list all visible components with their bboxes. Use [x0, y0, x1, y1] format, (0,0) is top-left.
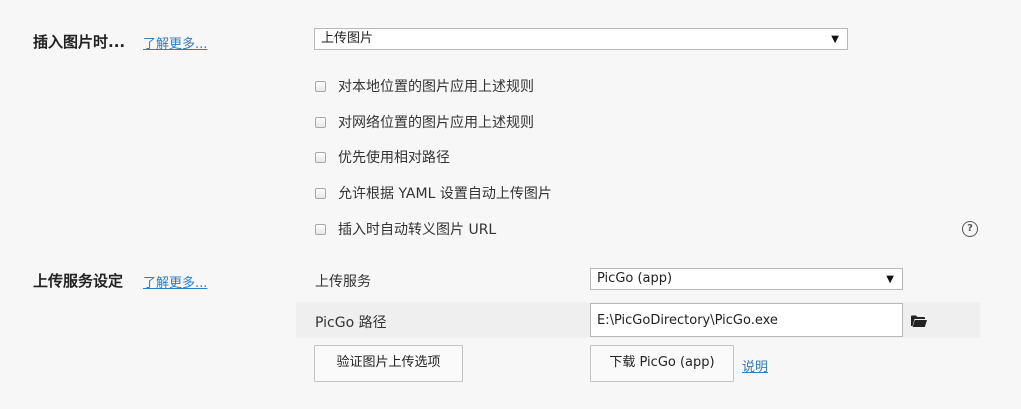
checkbox[interactable] — [315, 187, 326, 199]
picgo-path-label: PicGo 路径 — [315, 315, 387, 331]
option-network-images[interactable]: 对网络位置的图片应用上述规则 — [315, 112, 534, 132]
insert-image-action-select[interactable]: 上传图片 ▼ — [314, 28, 848, 50]
upload-service-label: 上传服务 — [315, 274, 371, 290]
option-label: 对网络位置的图片应用上述规则 — [338, 115, 534, 131]
help-link[interactable]: 说明 — [742, 356, 768, 375]
verify-upload-button[interactable]: 验证图片上传选项 — [314, 345, 463, 382]
upload-service-value: PicGo (app) — [597, 271, 673, 286]
option-label: 对本地位置的图片应用上述规则 — [338, 79, 534, 95]
question-circle-icon[interactable]: ? — [962, 221, 978, 237]
option-label: 插入时自动转义图片 URL — [338, 222, 497, 238]
checkbox[interactable] — [315, 223, 326, 235]
checkbox[interactable] — [315, 80, 326, 92]
option-yaml-auto-upload[interactable]: 允许根据 YAML 设置自动上传图片 — [315, 183, 552, 203]
dropdown-arrow-icon: ▼ — [886, 274, 894, 285]
picgo-path-input[interactable]: E:\PicGoDirectory\PicGo.exe — [590, 303, 903, 337]
upload-service-learn-more-link[interactable]: 了解更多... — [143, 272, 207, 291]
upload-service-select[interactable]: PicGo (app) ▼ — [590, 268, 903, 290]
option-escape-url[interactable]: 插入时自动转义图片 URL — [315, 219, 496, 239]
insert-image-learn-more-link[interactable]: 了解更多... — [143, 33, 207, 52]
option-local-images[interactable]: 对本地位置的图片应用上述规则 — [315, 76, 534, 96]
insert-image-title: 插入图片时... — [33, 33, 126, 51]
dropdown-arrow-icon: ▼ — [831, 34, 839, 45]
option-label: 允许根据 YAML 设置自动上传图片 — [338, 186, 552, 202]
checkbox[interactable] — [315, 151, 326, 163]
download-picgo-button[interactable]: 下载 PicGo (app) — [590, 345, 734, 382]
option-label: 优先使用相对路径 — [338, 150, 450, 166]
option-relative-path[interactable]: 优先使用相对路径 — [315, 147, 450, 167]
folder-icon[interactable] — [911, 313, 927, 332]
insert-image-action-value: 上传图片 — [321, 31, 374, 46]
checkbox[interactable] — [315, 116, 326, 128]
upload-service-title: 上传服务设定 — [33, 272, 124, 290]
